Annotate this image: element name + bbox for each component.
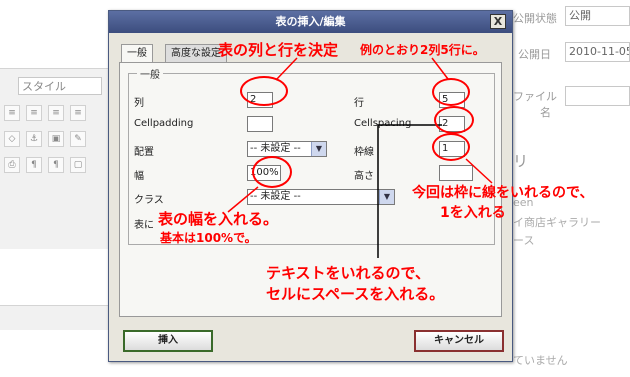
annotation-circle-cols [240,76,288,106]
annotation-cols-rows: 表の列と行を決定 [218,41,339,59]
annotation-spacing-2: セルにスペースを入れる。 [266,285,445,303]
annotation-width-1: 表の幅を入れる。 [158,210,279,228]
annotation-spacing-1: テキストをいれるので、 [266,264,430,282]
annotation-line-border [465,158,493,184]
annotation-circle-cellspacing [434,106,474,134]
annotation-line-rows [431,57,449,80]
annotation-line-cols [275,57,298,81]
annotation-circle-width [252,156,292,188]
annotation-circle-rows [432,78,470,106]
annotation-example: 例のとおり2列5行に。 [360,43,485,57]
annotation-border-2: 1を入れる [440,205,506,221]
annotation-width-2: 基本は100%で。 [160,231,257,245]
annotation-circle-border [432,133,470,161]
annotation-border-1: 今回は枠に線をいれるので、 [412,185,594,201]
